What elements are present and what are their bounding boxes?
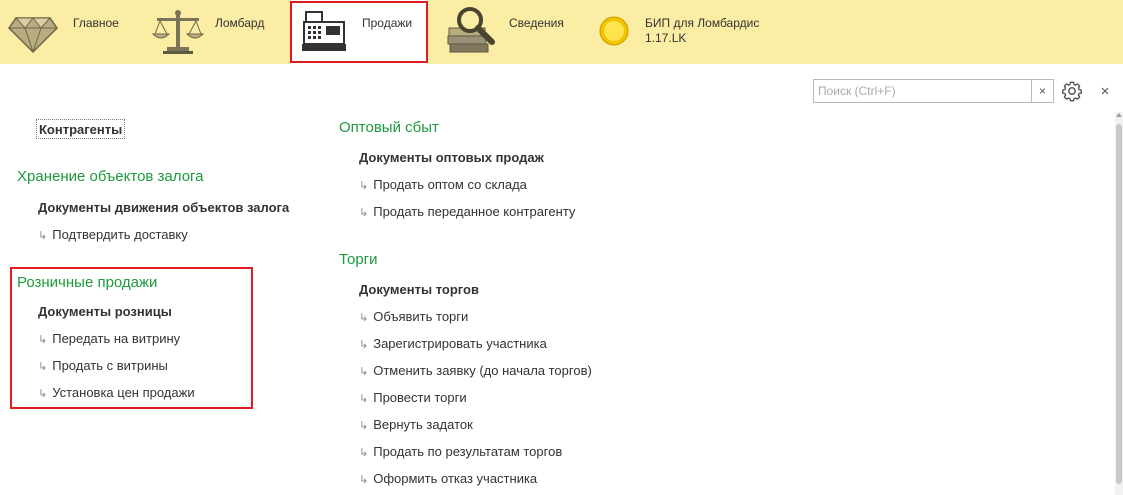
arrow-icon: ↳ [359,207,369,219]
group-retail-title: Розничные продажи [17,274,158,291]
cash-register-icon [302,11,346,51]
command-set-sale-prices[interactable]: ↳ Установка цен продажи [38,385,195,402]
gear-icon[interactable] [1061,80,1083,102]
command-hold-auction[interactable]: ↳ Провести торги [359,390,467,407]
section-sales[interactable]: Продажи [290,0,428,64]
group-storage-title: Хранение объектов залога [17,168,204,185]
group-auctions-title: Торги [339,251,378,268]
close-button[interactable]: × [1096,80,1114,102]
retail-docs-link[interactable]: Документы розницы [38,304,172,320]
arrow-icon: ↳ [359,312,369,324]
section-bip[interactable]: БИП для Ломбардис 1.17.LK [588,0,788,64]
search-clear-button[interactable]: × [1031,80,1053,102]
section-sales-label: Продажи [362,16,413,30]
command-announce-auction[interactable]: ↳ Объявить торги [359,309,468,326]
sections-panel: Главное Ломбард Продажи Сведения БИП для… [0,0,1123,64]
section-bip-label-line2: 1.17.LK [645,31,687,45]
coin-icon [599,16,629,46]
section-pawnshop-label: Ломбард [215,16,265,30]
command-cancel-application[interactable]: ↳ Отменить заявку (до начала торгов) [359,363,592,380]
books-magnifier-icon [447,7,495,53]
auctions-docs-link[interactable]: Документы торгов [359,282,479,298]
search-box: × [813,79,1054,103]
command-sell-from-showcase[interactable]: ↳ Продать с витрины [38,358,168,375]
scrollbar-thumb[interactable] [1116,124,1122,484]
section-info-label: Сведения [509,16,564,30]
wholesale-docs-link[interactable]: Документы оптовых продаж [359,150,544,166]
arrow-icon: ↳ [38,334,48,346]
arrow-icon: ↳ [38,361,48,373]
section-bip-label-line1: БИП для Ломбардис [645,16,760,30]
scales-icon [152,10,204,54]
diamond-icon [8,17,58,54]
storage-docs-link[interactable]: Документы движения объектов залога [38,200,289,216]
command-transfer-to-showcase[interactable]: ↳ Передать на витрину [38,331,180,348]
command-sell-transferred-to-counterparty[interactable]: ↳ Продать переданное контрагенту [359,204,575,221]
arrow-icon: ↳ [359,474,369,486]
command-return-deposit[interactable]: ↳ Вернуть задаток [359,417,473,434]
search-input[interactable] [814,80,1032,102]
arrow-icon: ↳ [359,447,369,459]
arrow-icon: ↳ [38,388,48,400]
section-main-label: Главное [73,16,119,30]
command-register-participant-refusal[interactable]: ↳ Оформить отказ участника [359,471,537,488]
section-main[interactable]: Главное [0,0,140,64]
command-register-participant[interactable]: ↳ Зарегистрировать участника [359,336,547,353]
command-sell-by-auction-results[interactable]: ↳ Продать по результатам торгов [359,444,562,461]
arrow-icon: ↳ [359,366,369,378]
clear-icon: × [1038,84,1046,98]
command-sell-wholesale-from-warehouse[interactable]: ↳ Продать оптом со склада [359,177,527,194]
group-wholesale-title: Оптовый сбыт [339,119,439,136]
command-confirm-delivery[interactable]: ↳ Подтвердить доставку [38,227,188,244]
section-pawnshop[interactable]: Ломбард [140,0,290,64]
arrow-icon: ↳ [38,230,48,242]
section-info[interactable]: Сведения [428,0,588,64]
counterparties-link[interactable]: Контрагенты [36,119,126,139]
close-icon: × [1100,82,1110,100]
arrow-icon: ↳ [359,393,369,405]
arrow-icon: ↳ [359,180,369,192]
scroll-up-arrow-icon[interactable] [1116,113,1122,117]
arrow-icon: ↳ [359,420,369,432]
arrow-icon: ↳ [359,339,369,351]
